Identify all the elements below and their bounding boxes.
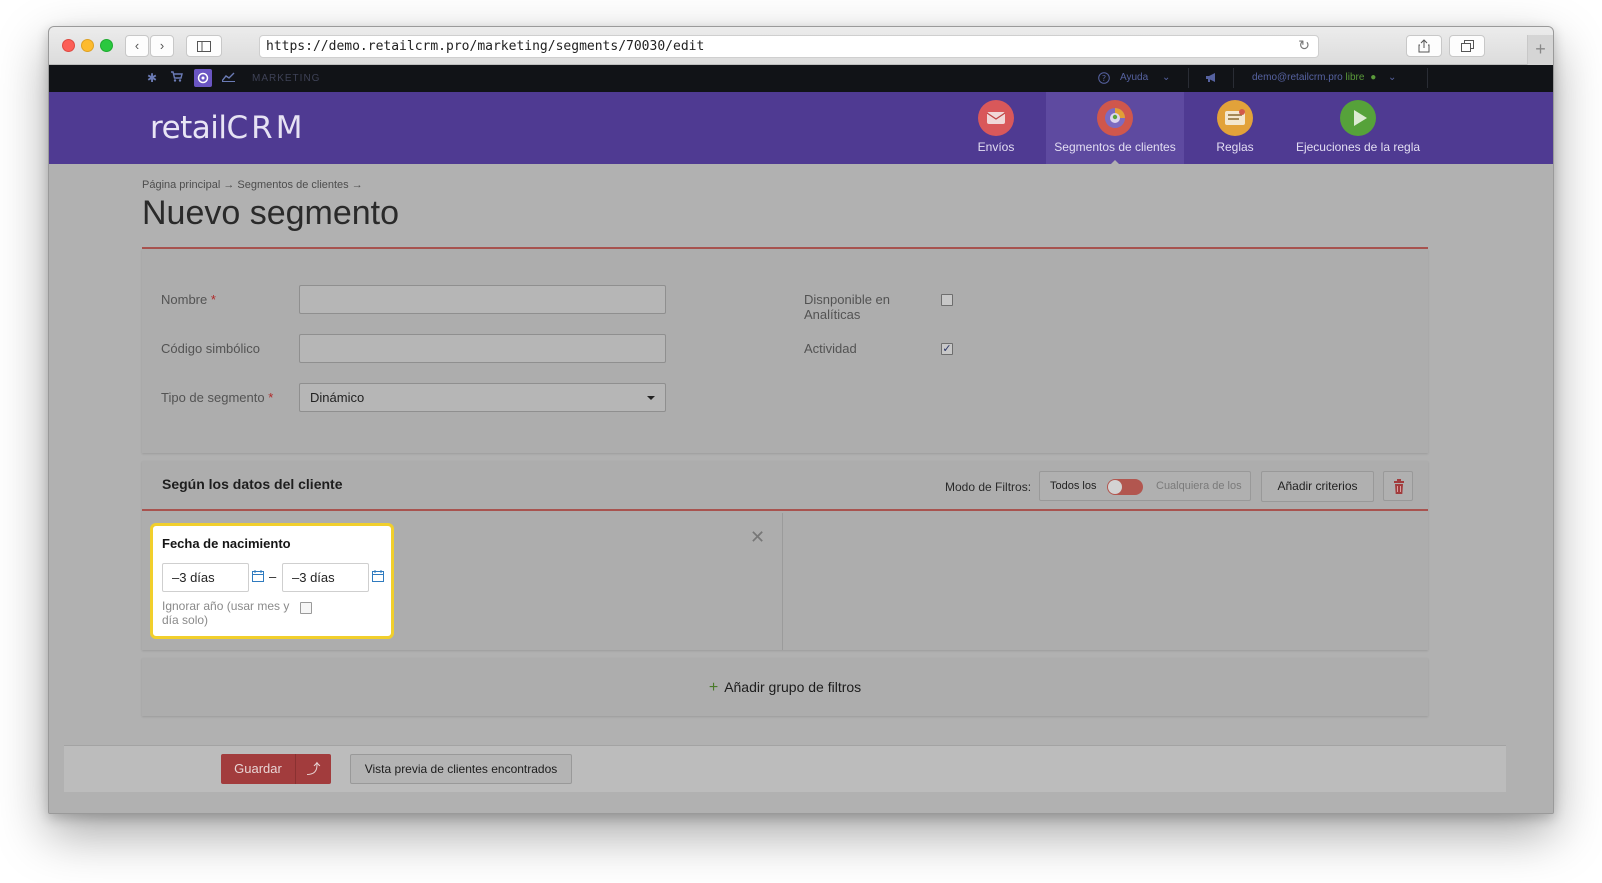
nav-ejecuciones[interactable]: Ejecuciones de la regla bbox=[1288, 92, 1428, 164]
close-icon[interactable]: ✕ bbox=[750, 527, 765, 548]
save-button-group: Guardar ⤴ bbox=[221, 754, 331, 784]
divider bbox=[1427, 68, 1428, 88]
main-content: Página principal → Segmentos de clientes… bbox=[49, 164, 1553, 813]
action-bar: Guardar ⤴ Vista previa de clientes encon… bbox=[64, 745, 1506, 792]
calendar-icon[interactable] bbox=[372, 570, 384, 582]
ignore-year-checkbox[interactable] bbox=[300, 602, 312, 614]
mode-switch[interactable] bbox=[1107, 479, 1143, 495]
mail-icon bbox=[978, 100, 1014, 136]
logo-crm: CRM bbox=[226, 110, 306, 146]
active-checkbox[interactable]: ✓ bbox=[941, 343, 953, 355]
calendar-icon[interactable] bbox=[252, 570, 264, 582]
divider bbox=[1188, 68, 1189, 88]
birthdate-criterion-card: Fecha de nacimiento –3 días – –3 días Ig… bbox=[150, 523, 394, 639]
divider bbox=[1233, 68, 1234, 88]
type-label-text: Tipo de segmento bbox=[161, 390, 265, 405]
required-mark: * bbox=[210, 292, 216, 307]
nav-reglas[interactable]: Reglas bbox=[1207, 92, 1263, 164]
mode-any-label[interactable]: Cualquiera de los bbox=[1156, 480, 1242, 492]
add-criteria-button[interactable]: Añadir criterios bbox=[1261, 471, 1374, 502]
ignore-year-label: Ignorar año (usar mes y día solo) bbox=[162, 599, 290, 627]
chevron-left-icon[interactable]: ‹ bbox=[125, 35, 149, 57]
name-label-text: Nombre bbox=[161, 292, 208, 307]
logo-text: retail bbox=[150, 110, 227, 146]
name-label: Nombre * bbox=[161, 292, 216, 307]
chevron-down-icon[interactable]: ⌄ bbox=[1162, 72, 1170, 83]
filter-mode-label: Modo de Filtros: bbox=[945, 480, 1032, 494]
date-from-input[interactable]: –3 días bbox=[162, 563, 249, 592]
help-icon[interactable]: ? bbox=[1098, 72, 1110, 87]
save-and-exit-icon[interactable]: ⤴ bbox=[296, 754, 331, 784]
preview-customers-button[interactable]: Vista previa de clientes encontrados bbox=[350, 754, 572, 784]
close-window-button[interactable] bbox=[62, 39, 75, 52]
user-email: demo@retailcrm.pro bbox=[1252, 72, 1343, 83]
play-icon bbox=[1340, 100, 1376, 136]
filter-group-title: Según los datos del cliente bbox=[162, 476, 343, 492]
user-plan: libre bbox=[1345, 72, 1365, 83]
chevron-down-icon: ⌄ bbox=[1388, 72, 1397, 83]
add-filter-group-label: Añadir grupo de filtros bbox=[724, 679, 862, 695]
switch-knob bbox=[1108, 480, 1122, 494]
url-bar[interactable]: https://demo.retailcrm.pro/marketing/seg… bbox=[259, 35, 1319, 58]
cart-icon[interactable] bbox=[171, 71, 183, 85]
chart-icon[interactable] bbox=[221, 71, 235, 85]
page-title: Nuevo segmento bbox=[142, 194, 400, 232]
active-label: Actividad bbox=[804, 341, 857, 356]
segment-form-panel: Nombre * Código simbólico Tipo de segmen… bbox=[142, 249, 1428, 453]
rules-icon bbox=[1217, 100, 1253, 136]
svg-text:?: ? bbox=[1102, 74, 1106, 83]
gear-icon[interactable]: ✱ bbox=[147, 71, 157, 85]
browser-window: ‹ › https://demo.retailcrm.pro/marketing… bbox=[48, 26, 1554, 814]
chevron-right-icon[interactable]: › bbox=[150, 35, 174, 57]
retailcrm-logo[interactable]: retailCRM bbox=[150, 110, 305, 146]
date-to-input[interactable]: –3 días bbox=[282, 563, 369, 592]
app-header: retailCRM Envíos Segmentos de clientes R… bbox=[49, 92, 1553, 165]
breadcrumb[interactable]: Página principal → Segmentos de clientes… bbox=[142, 179, 363, 191]
criterion-title: Fecha de nacimiento bbox=[162, 536, 291, 551]
target-icon[interactable] bbox=[194, 69, 212, 87]
nav-label: Segmentos de clientes bbox=[1054, 140, 1176, 154]
save-button[interactable]: Guardar bbox=[221, 754, 295, 784]
nav-label: Envíos bbox=[977, 140, 1015, 154]
code-input[interactable] bbox=[299, 334, 666, 363]
share-icon[interactable] bbox=[1406, 35, 1442, 57]
type-label: Tipo de segmento * bbox=[161, 390, 273, 405]
help-link[interactable]: Ayuda bbox=[1120, 72, 1148, 83]
megaphone-icon[interactable] bbox=[1205, 72, 1219, 86]
chevron-down-icon bbox=[647, 396, 655, 400]
trash-icon[interactable] bbox=[1383, 471, 1413, 501]
nav-label: Reglas bbox=[1216, 140, 1254, 154]
code-label: Código simbólico bbox=[161, 341, 260, 356]
analytics-label: Disnponible en Analíticas bbox=[804, 292, 891, 322]
url-text: https://demo.retailcrm.pro/marketing/seg… bbox=[266, 39, 705, 54]
section-label: MARKETING bbox=[252, 73, 321, 84]
segments-icon bbox=[1097, 100, 1133, 136]
segment-type-select[interactable]: Dinámico bbox=[299, 383, 666, 412]
browser-titlebar: ‹ › https://demo.retailcrm.pro/marketing… bbox=[49, 27, 1553, 65]
reload-icon[interactable]: ↻ bbox=[1298, 36, 1310, 57]
tabs-icon[interactable] bbox=[1449, 35, 1485, 57]
nav-label: Ejecuciones de la regla bbox=[1295, 140, 1421, 154]
sidebar-icon[interactable] bbox=[186, 35, 222, 57]
nav-envios[interactable]: Envíos bbox=[965, 92, 1027, 164]
status-dot-icon: ● bbox=[1370, 72, 1377, 83]
filter-mode-toggle[interactable]: Todos los Cualquiera de los bbox=[1039, 471, 1251, 501]
name-input[interactable] bbox=[299, 285, 666, 314]
analytics-checkbox[interactable] bbox=[941, 294, 953, 306]
mode-all-label[interactable]: Todos los bbox=[1050, 480, 1096, 492]
segment-type-value: Dinámico bbox=[310, 390, 365, 405]
filter-group-header: Según los datos del cliente Modo de Filt… bbox=[142, 461, 1428, 511]
plus-icon[interactable]: + bbox=[1527, 35, 1553, 65]
app-topbar: ✱ MARKETING ? Ayuda ⌄ demo@retailcrm.pro… bbox=[49, 65, 1553, 92]
add-filter-group-button[interactable]: + Añadir grupo de filtros bbox=[142, 658, 1428, 716]
plus-icon: + bbox=[708, 679, 719, 696]
nav-segmentos[interactable]: Segmentos de clientes bbox=[1046, 92, 1184, 165]
range-separator: – bbox=[269, 569, 277, 584]
required-mark: * bbox=[268, 390, 274, 405]
zoom-window-button[interactable] bbox=[100, 39, 113, 52]
user-menu[interactable]: demo@retailcrm.pro libre ● ⌄ bbox=[1252, 72, 1396, 83]
minimize-window-button[interactable] bbox=[81, 39, 94, 52]
